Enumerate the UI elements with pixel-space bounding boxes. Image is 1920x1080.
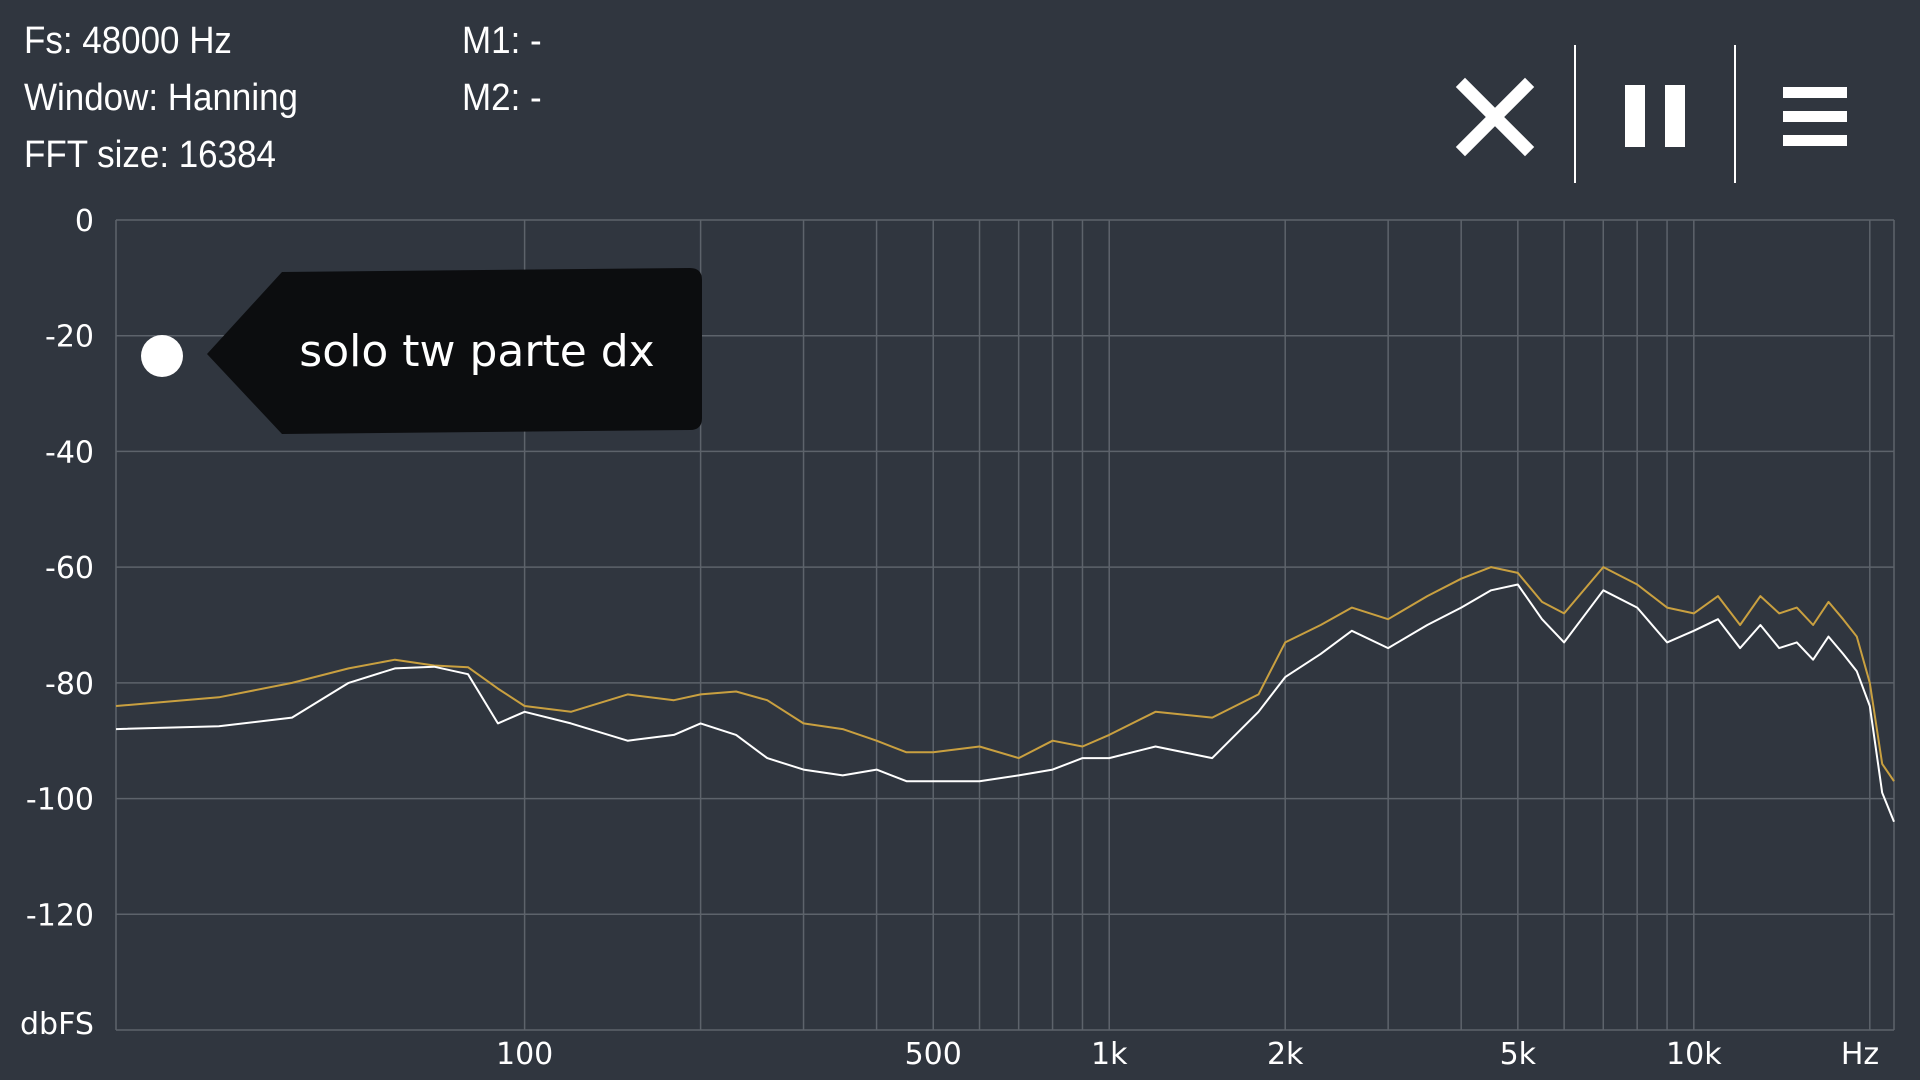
spectrum-chart[interactable]: 0-20-40-60-80-100-120 100 500 1k 2k 5k 10k Hz … [0,0,1920,1080]
y-tick-label: -120 [26,898,94,933]
x-axis-unit-label: Hz [1841,1037,1879,1072]
y-axis-unit-label: dbFS [20,1007,94,1042]
y-tick-label: -20 [45,320,94,355]
marker-tag-label: solo tw parte dx [299,326,654,377]
y-tick-label: -100 [26,783,94,818]
x-tick-label: 1k [1091,1037,1128,1072]
spectrum-trace-1 [115,566,1895,782]
y-tick-label: -40 [45,435,94,470]
y-tick-label: -60 [45,551,94,586]
spectrum-trace-2 [115,583,1895,823]
y-tick-label: 0 [75,204,94,239]
spectrum-analyzer-app: Fs: 48000 Hz Window: Hanning FFT size: 1… [0,0,1920,1080]
y-tick-label: -80 [45,667,94,702]
x-tick-label: 100 [496,1037,553,1072]
chart-series [115,566,1895,823]
x-tick-label: 5k [1500,1037,1537,1072]
marker-tag[interactable]: solo tw parte dx [141,268,702,434]
x-axis-labels: 100 500 1k 2k 5k 10k Hz [496,1037,1879,1072]
marker-dot[interactable] [141,335,183,377]
x-tick-label: 10k [1666,1037,1722,1072]
y-axis-labels: 0 -20 -40 -60 -80 -100 -120 [26,204,94,933]
x-tick-label: 2k [1267,1037,1304,1072]
x-tick-label: 500 [905,1037,962,1072]
